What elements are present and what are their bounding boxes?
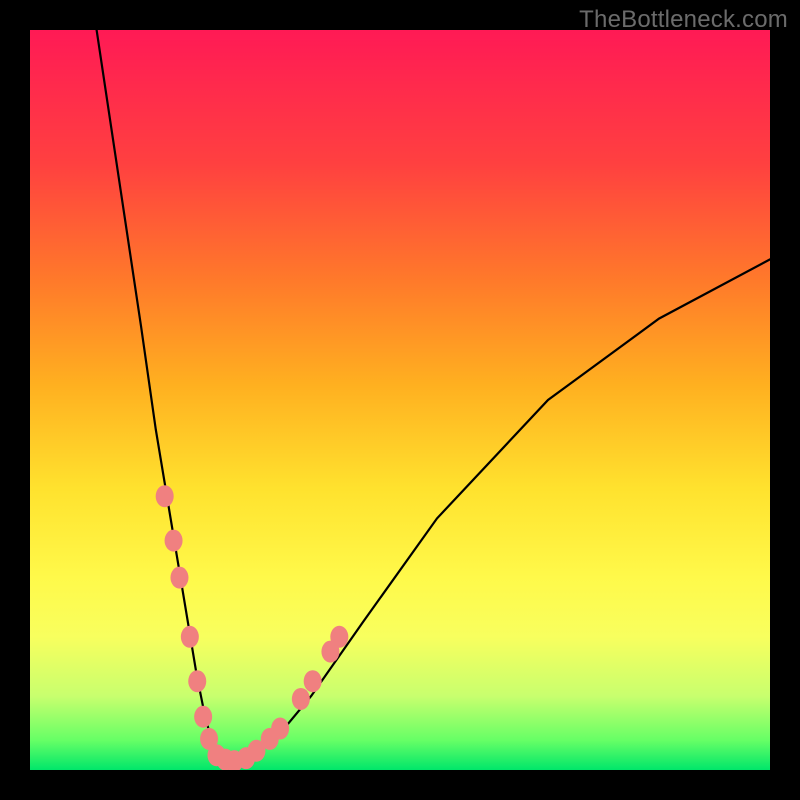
- curve-marker: [165, 530, 183, 552]
- curve-svg: [30, 30, 770, 770]
- curve-marker: [156, 485, 174, 507]
- chart-frame: TheBottleneck.com: [0, 0, 800, 800]
- plot-area: [30, 30, 770, 770]
- curve-marker: [304, 670, 322, 692]
- curve-marker: [188, 670, 206, 692]
- curve-marker: [292, 688, 310, 710]
- curve-marker: [170, 567, 188, 589]
- curve-marker: [181, 626, 199, 648]
- curve-markers: [156, 485, 349, 770]
- curve-marker: [330, 626, 348, 648]
- bottleneck-curve: [97, 30, 770, 761]
- curve-marker: [194, 706, 212, 728]
- curve-marker: [271, 718, 289, 740]
